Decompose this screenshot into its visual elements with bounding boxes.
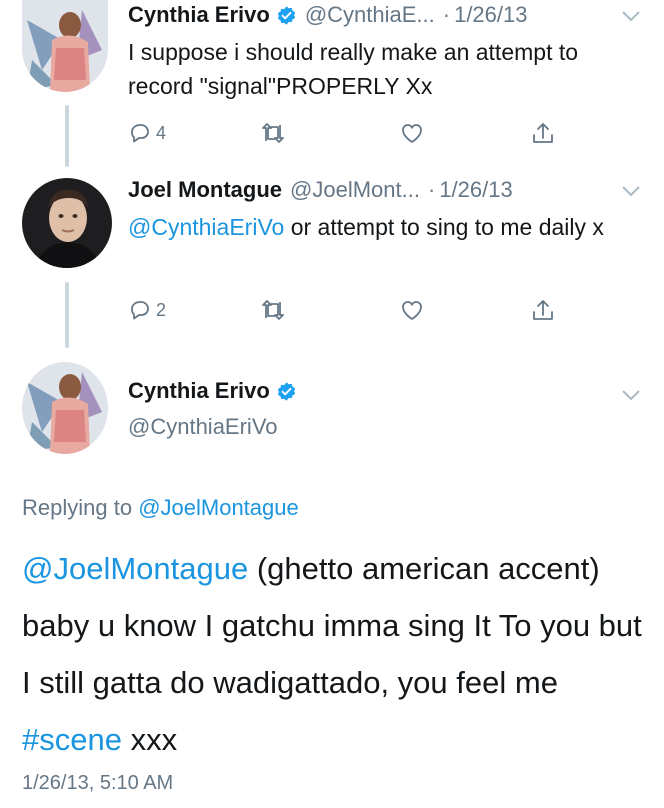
author-handle[interactable]: @CynthiaEriVo	[128, 414, 278, 440]
tweet-text: @CynthiaEriVo or attempt to sing to me d…	[128, 210, 648, 244]
tweet-text: I suppose i should really make an attemp…	[128, 39, 579, 99]
tweet-date[interactable]: 1/26/13	[439, 177, 512, 203]
share-button[interactable]	[530, 298, 556, 324]
replying-to: Replying to @JoelMontague	[22, 495, 299, 521]
like-button[interactable]	[399, 298, 425, 322]
hashtag-link[interactable]: #scene	[22, 722, 122, 757]
chevron-down-icon[interactable]	[621, 388, 641, 402]
verified-badge-icon	[276, 381, 297, 402]
reply-icon	[131, 301, 149, 320]
avatar-cynthia[interactable]	[22, 0, 108, 92]
like-icon	[402, 124, 422, 144]
tweet-timestamp[interactable]: 1/26/13, 5:10 AM	[22, 772, 173, 795]
replying-to-link[interactable]: @JoelMontague	[138, 495, 299, 520]
retweet-button[interactable]	[260, 121, 286, 145]
mention-link[interactable]: @JoelMontague	[22, 551, 248, 586]
avatar-cynthia[interactable]	[22, 362, 108, 454]
reply-icon	[131, 124, 149, 143]
author-handle[interactable]: @JoelMont...	[290, 177, 420, 203]
tweet-body: or attempt to sing to me daily x	[284, 214, 604, 240]
like-icon	[402, 301, 422, 321]
separator-dot: ·	[442, 2, 451, 27]
main-tweet-text: @JoelMontague (ghetto american accent) b…	[22, 540, 652, 768]
tweet-actions: 2	[128, 298, 568, 328]
tweet-header: Joel Montague @JoelMont... · 1/26/13	[128, 177, 513, 203]
reply-count: 4	[156, 122, 167, 143]
author-name[interactable]: Joel Montague	[128, 177, 282, 203]
replying-to-label: Replying to	[22, 495, 139, 520]
author-name[interactable]: Cynthia Erivo	[128, 2, 270, 28]
retweet-icon	[262, 300, 284, 320]
tweet-actions: 4	[128, 121, 568, 151]
author-handle[interactable]: @CynthiaE...	[305, 2, 435, 28]
avatar-joel[interactable]	[22, 178, 112, 268]
reply-button[interactable]: 4	[128, 121, 166, 145]
tweet-header: Cynthia Erivo @CynthiaE... · 1/26/13	[128, 2, 527, 28]
thread-line	[65, 282, 69, 348]
reply-button[interactable]: 2	[128, 298, 166, 322]
tweet-body-end: xxx	[121, 722, 178, 757]
tweet-date[interactable]: 1/26/13	[454, 2, 527, 28]
share-icon	[533, 123, 553, 143]
chevron-down-icon[interactable]	[621, 184, 641, 198]
thread-line	[65, 105, 69, 167]
like-button[interactable]	[399, 121, 425, 145]
main-author-line: Cynthia Erivo	[128, 378, 305, 404]
separator-dot: ·	[427, 177, 436, 202]
share-icon	[533, 300, 553, 320]
author-name[interactable]: Cynthia Erivo	[128, 378, 270, 404]
retweet-icon	[262, 123, 284, 143]
mention-link[interactable]: @CynthiaEriVo	[128, 214, 284, 240]
verified-badge-icon	[276, 5, 297, 26]
share-button[interactable]	[530, 121, 556, 147]
retweet-button[interactable]	[260, 298, 286, 322]
reply-count: 2	[156, 299, 167, 320]
chevron-down-icon[interactable]	[621, 9, 641, 23]
